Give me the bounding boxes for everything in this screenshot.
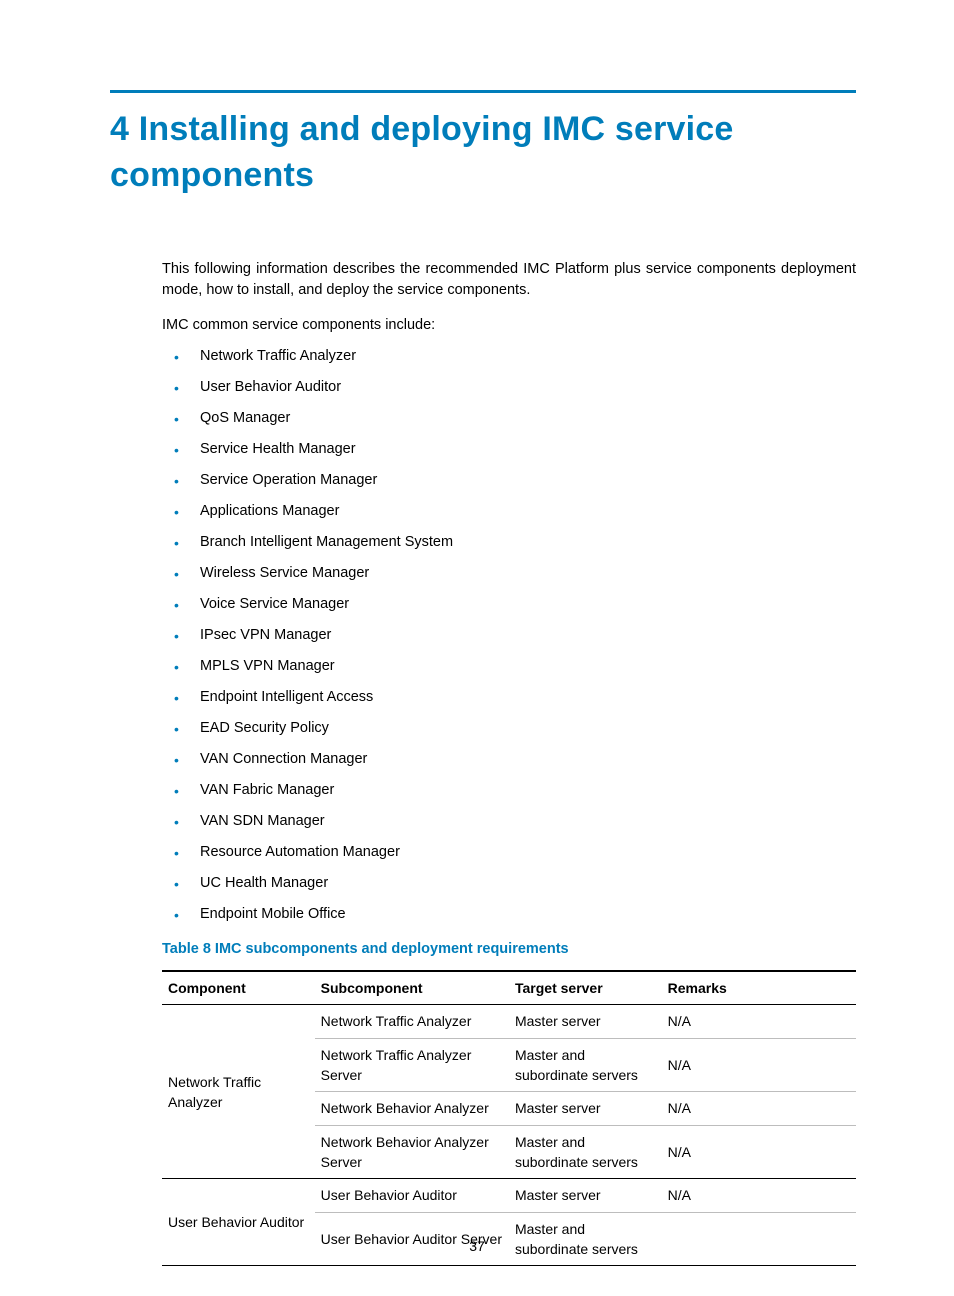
list-item: Wireless Service Manager <box>162 563 856 584</box>
cell-subcomponent: Network Traffic Analyzer <box>315 1005 509 1038</box>
cell-component: Network Traffic Analyzer <box>162 1005 315 1179</box>
cell-subcomponent: Network Behavior Analyzer <box>315 1092 509 1125</box>
components-list: Network Traffic Analyzer User Behavior A… <box>162 346 856 925</box>
cell-target: Master and subordinate servers <box>509 1125 662 1179</box>
body-content: This following information describes the… <box>162 259 856 1266</box>
list-item: Voice Service Manager <box>162 594 856 615</box>
th-target: Target server <box>509 971 662 1005</box>
list-item: IPsec VPN Manager <box>162 625 856 646</box>
list-item: Service Health Manager <box>162 439 856 460</box>
list-item: Applications Manager <box>162 501 856 522</box>
list-item: QoS Manager <box>162 408 856 429</box>
cell-subcomponent: Network Traffic Analyzer Server <box>315 1038 509 1092</box>
cell-target: Master server <box>509 1179 662 1212</box>
top-rule <box>110 90 856 93</box>
cell-remarks: N/A <box>662 1179 856 1212</box>
th-subcomponent: Subcomponent <box>315 971 509 1005</box>
cell-remarks: N/A <box>662 1038 856 1092</box>
cell-subcomponent: User Behavior Auditor <box>315 1179 509 1212</box>
list-item: Branch Intelligent Management System <box>162 532 856 553</box>
intro-paragraph-1: This following information describes the… <box>162 259 856 301</box>
intro-paragraph-2: IMC common service components include: <box>162 315 856 336</box>
cell-remarks: N/A <box>662 1125 856 1179</box>
list-item: VAN Fabric Manager <box>162 780 856 801</box>
chapter-title: 4 Installing and deploying IMC service c… <box>110 107 856 199</box>
list-item: User Behavior Auditor <box>162 377 856 398</box>
list-item: VAN SDN Manager <box>162 811 856 832</box>
table-header-row: Component Subcomponent Target server Rem… <box>162 971 856 1005</box>
list-item: UC Health Manager <box>162 873 856 894</box>
th-remarks: Remarks <box>662 971 856 1005</box>
cell-subcomponent: Network Behavior Analyzer Server <box>315 1125 509 1179</box>
cell-target: Master server <box>509 1005 662 1038</box>
list-item: VAN Connection Manager <box>162 749 856 770</box>
cell-target: Master server <box>509 1092 662 1125</box>
page-number: 37 <box>0 1238 954 1254</box>
list-item: Endpoint Intelligent Access <box>162 687 856 708</box>
list-item: EAD Security Policy <box>162 718 856 739</box>
list-item: Network Traffic Analyzer <box>162 346 856 367</box>
subcomponents-table: Component Subcomponent Target server Rem… <box>162 970 856 1266</box>
table-row: User Behavior Auditor User Behavior Audi… <box>162 1179 856 1212</box>
document-page: 4 Installing and deploying IMC service c… <box>0 0 954 1296</box>
cell-remarks: N/A <box>662 1005 856 1038</box>
list-item: MPLS VPN Manager <box>162 656 856 677</box>
cell-remarks: N/A <box>662 1092 856 1125</box>
table-row: Network Traffic Analyzer Network Traffic… <box>162 1005 856 1038</box>
th-component: Component <box>162 971 315 1005</box>
list-item: Resource Automation Manager <box>162 842 856 863</box>
list-item: Service Operation Manager <box>162 470 856 491</box>
cell-target: Master and subordinate servers <box>509 1038 662 1092</box>
table-caption: Table 8 IMC subcomponents and deployment… <box>162 939 856 960</box>
list-item: Endpoint Mobile Office <box>162 904 856 925</box>
